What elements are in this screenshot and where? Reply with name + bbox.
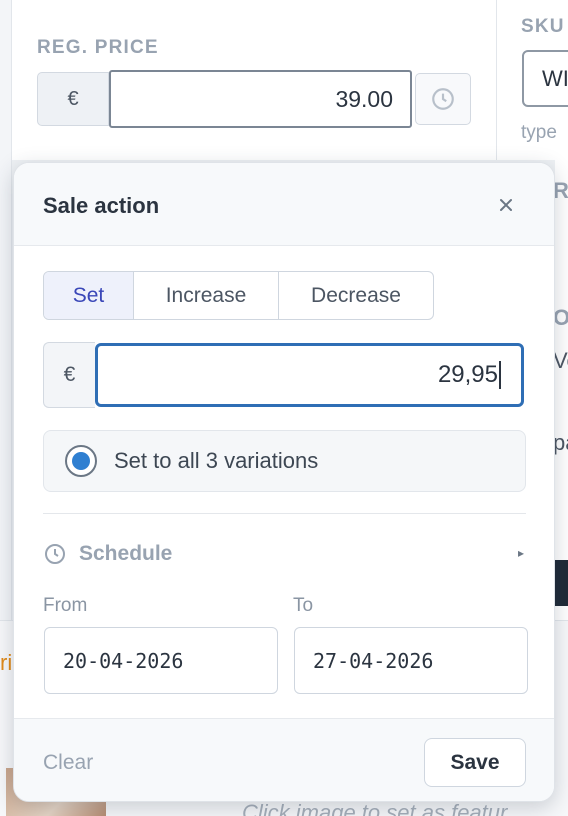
mode-set-button[interactable]: Set — [44, 272, 134, 319]
clock-icon — [432, 88, 454, 110]
clock-icon — [45, 544, 65, 564]
close-icon — [500, 199, 512, 211]
column-divider — [496, 0, 497, 160]
amount-currency: € — [43, 342, 95, 408]
to-date-input[interactable]: 27-04-2026 — [294, 627, 528, 694]
reg-price-currency: € — [37, 72, 109, 126]
peek-text: pa — [553, 430, 568, 455]
from-date-input[interactable]: 20-04-2026 — [44, 627, 278, 694]
variations-label: Set to all 3 variations — [114, 448, 319, 473]
sale-amount-input[interactable]: 29,95 — [95, 343, 524, 407]
sale-amount-value: 29,95 — [437, 361, 498, 388]
peek-text: O — [553, 305, 568, 330]
mode-decrease-button[interactable]: Decrease — [279, 272, 433, 319]
reg-price-input[interactable]: 39.00 — [109, 70, 412, 128]
text-caret — [499, 361, 501, 389]
popover-footer: Clear Save — [14, 718, 554, 801]
schedule-label: Schedule — [79, 542, 173, 565]
editor-stage: REG. PRICE € 39.00 SKU WI type R O Ve pa… — [0, 0, 568, 816]
variations-radio[interactable] — [65, 445, 97, 477]
close-button[interactable] — [492, 191, 520, 219]
schedule-clock-button[interactable] — [415, 73, 471, 125]
section-divider — [43, 513, 526, 514]
left-gutter — [0, 0, 12, 620]
featured-image-hint: Click image to set as featur — [242, 800, 508, 816]
save-button[interactable]: Save — [424, 738, 526, 787]
clear-button[interactable]: Clear — [43, 751, 93, 775]
sale-action-popover: Sale action Set Increase Decrease € 29,9… — [13, 162, 555, 802]
orange-link-fragment[interactable]: ri — [0, 650, 12, 676]
mode-segmented-control: Set Increase Decrease — [43, 271, 434, 320]
to-label: To — [293, 595, 314, 616]
expand-arrow-icon: ▸ — [517, 546, 524, 560]
reg-price-label: REG. PRICE — [37, 37, 159, 58]
dark-button-edge[interactable] — [555, 560, 568, 606]
peek-text: Ve — [553, 348, 568, 373]
popover-title: Sale action — [43, 193, 160, 218]
right-column — [555, 160, 568, 620]
peek-text: R — [553, 178, 568, 203]
sku-hint: type — [521, 122, 557, 143]
popover-header: Sale action — [14, 163, 554, 246]
sku-input[interactable]: WI — [522, 50, 568, 107]
radio-selected-dot — [72, 452, 90, 470]
mode-increase-button[interactable]: Increase — [134, 272, 279, 319]
sku-label: SKU — [521, 16, 565, 37]
schedule-toggle[interactable]: Schedule ▸ — [43, 539, 526, 569]
apply-all-variations-option[interactable]: Set to all 3 variations — [43, 430, 526, 492]
from-label: From — [43, 595, 88, 616]
